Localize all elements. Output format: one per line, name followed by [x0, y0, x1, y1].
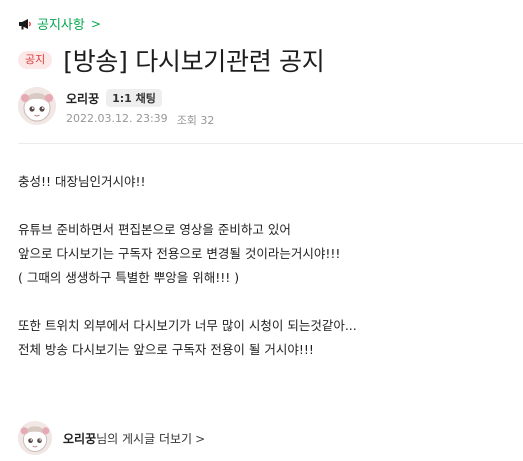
title-row: 공지 [방송] 다시보기관련 공지 [18, 42, 325, 78]
board-link[interactable]: 공지사항 > [18, 14, 101, 33]
chevron-right-icon: > [90, 16, 101, 31]
post-meta: 2022.03.12. 23:39 조회 32 [66, 112, 214, 128]
author-avatar[interactable] [18, 87, 56, 125]
more-posts-text: 오리꿍님의 게시글 더보기 > [63, 430, 205, 447]
footer-nickname: 오리꿍 [63, 431, 97, 446]
view-count: 조회 32 [176, 114, 215, 127]
more-posts-link[interactable]: 오리꿍님의 게시글 더보기 > [18, 421, 205, 455]
notice-badge: 공지 [18, 51, 53, 69]
body-line: 전체 방송 다시보기는 앞으로 구독자 전용이 될 거시야!!! [18, 342, 314, 357]
header-divider [18, 143, 523, 144]
post-date: 2022.03.12. 23:39 [66, 112, 168, 125]
post-body: 충성!! 대장님인거시야!! 유튜브 준비하면서 편집본으로 영상을 준비하고 … [18, 170, 508, 362]
avatar-image [18, 87, 56, 125]
author-nickname[interactable]: 오리꿍 [66, 90, 99, 107]
footer-avatar [18, 421, 52, 455]
body-line: 앞으로 다시보기는 구독자 전용으로 변경될 것이라는거시야!!! [18, 246, 341, 261]
avatar-image [18, 421, 52, 455]
chat-button[interactable]: 1:1 채팅 [106, 89, 162, 107]
post-title: [방송] 다시보기관련 공지 [63, 47, 325, 76]
body-line: 또한 트위치 외부에서 다시보기가 너무 많이 시청이 되는것같아... [18, 318, 357, 333]
author-row: 오리꿍 1:1 채팅 2022.03.12. 23:39 조회 32 [18, 87, 214, 128]
author-line: 오리꿍 1:1 채팅 [66, 89, 214, 107]
body-line: 유튜브 준비하면서 편집본으로 영상을 준비하고 있어 [18, 222, 291, 237]
megaphone-icon [19, 18, 31, 29]
post-page: 공지사항 > 공지 [방송] 다시보기관련 공지 오리꿍 1:1 채팅 2022… [0, 0, 523, 461]
author-meta: 오리꿍 1:1 채팅 2022.03.12. 23:39 조회 32 [66, 87, 214, 128]
body-line: 충성!! 대장님인거시야!! [18, 174, 146, 189]
chevron-right-icon: > [195, 431, 206, 446]
body-line: ( 그때의 생생하구 특별한 뿌앙을 위해!!! ) [18, 270, 240, 285]
footer-suffix: 님의 게시글 더보기 [96, 431, 193, 446]
board-label: 공지사항 [37, 18, 85, 33]
